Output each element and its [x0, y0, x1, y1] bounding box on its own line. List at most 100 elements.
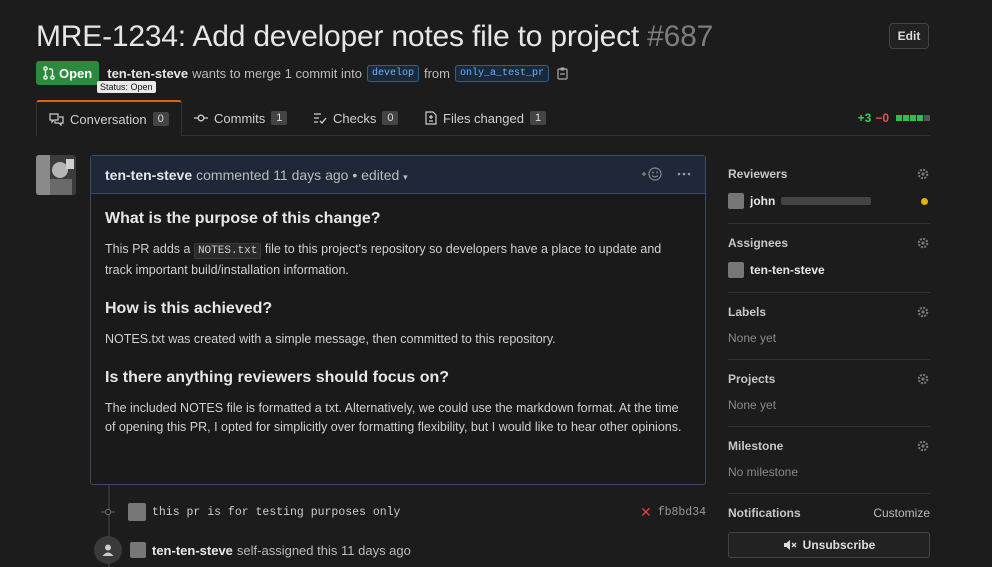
avatar: [728, 262, 744, 278]
tab-counter: 1: [271, 111, 288, 125]
avatar: [728, 193, 744, 209]
sidebar-assignees: Assignees ten-ten-steve: [728, 224, 930, 293]
event-author-link[interactable]: ten-ten-steve: [152, 543, 233, 558]
file-diff-icon: [425, 111, 437, 125]
paragraph-focus: The included NOTES file is formatted a t…: [105, 401, 682, 434]
base-branch[interactable]: develop: [366, 64, 419, 82]
gear-icon[interactable]: [916, 439, 930, 453]
tab-label: Conversation: [70, 111, 147, 127]
separator-dot: •: [352, 166, 358, 183]
head-branch[interactable]: only_a_test_pr: [454, 64, 549, 82]
add-reaction-icon[interactable]: [641, 166, 663, 182]
comment-time-link[interactable]: 11 days ago: [273, 167, 348, 183]
comment-header: ten-ten-steve commented 11 days ago • ed…: [91, 156, 705, 194]
pr-description-comment: ten-ten-steve commented 11 days ago • ed…: [90, 155, 706, 485]
git-pull-request-icon: [43, 66, 55, 80]
from-text: from: [423, 65, 450, 81]
tab-counter: 0: [152, 112, 169, 126]
status-badge: Open: [36, 61, 100, 85]
text: This PR adds a: [105, 242, 191, 256]
timeline-event: ten-ten-steve self-assigned this 11 days…: [94, 536, 411, 564]
event-time-link[interactable]: 11 days ago: [341, 543, 411, 558]
sidebar-milestone: Milestone No milestone: [728, 427, 930, 494]
kebab-horizontal-icon[interactable]: [677, 166, 691, 182]
sidebar-labels: Labels None yet: [728, 293, 930, 360]
tab-counter: 1: [529, 111, 547, 125]
diffstat: +3 −0: [858, 111, 930, 125]
diffstat-block-neutral: [924, 115, 930, 121]
git-commit-icon: [194, 114, 208, 122]
diff-deletions: −0: [875, 111, 889, 125]
heading-focus: Is there anything reviewers should focus…: [105, 369, 450, 386]
timeline-commit: this pr is for testing purposes only ✕ f…: [100, 500, 706, 524]
pr-number: #687: [647, 20, 714, 53]
gear-icon[interactable]: [916, 372, 930, 386]
tab-label: Checks: [333, 110, 377, 126]
edited-dropdown[interactable]: edited ▾: [361, 167, 408, 183]
git-commit-icon: [100, 504, 116, 520]
comment-action: commented: [196, 166, 270, 183]
x-icon[interactable]: ✕: [640, 504, 652, 521]
tab-files-changed[interactable]: Files changed 1: [425, 100, 547, 136]
avatar-image: [36, 155, 76, 195]
chevron-down-icon: ▾: [403, 171, 408, 182]
status-label: Open: [59, 65, 93, 81]
pr-tabs: Conversation 0 Commits 1 Checks 0 Files …: [36, 100, 930, 137]
heading-purpose: What is the purpose of this change?: [105, 210, 381, 227]
reviewer-item[interactable]: john: [728, 193, 930, 209]
review-pending-icon: [921, 198, 928, 205]
labels-value: None yet: [728, 331, 777, 345]
customize-link[interactable]: Customize: [873, 506, 930, 520]
sidebar-title: Projects: [728, 372, 776, 386]
assignee-item[interactable]: ten-ten-steve: [728, 262, 930, 278]
diffstat-block-add: [910, 115, 916, 121]
tab-checks[interactable]: Checks 0: [313, 100, 399, 136]
paragraph-how: NOTES.txt was created with a simple mess…: [105, 332, 556, 346]
avatar[interactable]: [130, 542, 146, 558]
clippy-icon[interactable]: [556, 66, 570, 80]
tab-commits[interactable]: Commits 1: [194, 100, 288, 136]
person-icon: [94, 536, 122, 564]
comment-actions: [641, 166, 691, 182]
diffstat-block-add: [896, 115, 902, 121]
avatar[interactable]: [128, 503, 146, 521]
pr-author-link[interactable]: ten-ten-steve: [107, 66, 188, 81]
sidebar-title: Milestone: [728, 439, 784, 453]
comment-discussion-icon: [49, 112, 64, 126]
merge-text: wants to merge 1 commit into: [192, 65, 362, 81]
commit-message-link[interactable]: this pr is for testing purposes only: [152, 506, 400, 519]
redacted-name: [781, 197, 872, 205]
paragraph-purpose: This PR adds a NOTES.txt file to this pr…: [105, 240, 691, 280]
checklist-icon: [314, 112, 327, 124]
sidebar-reviewers: Reviewers john: [728, 155, 930, 224]
gear-icon[interactable]: [916, 236, 930, 250]
tab-conversation[interactable]: Conversation 0: [36, 100, 182, 137]
assignee-name: ten-ten-steve: [750, 263, 825, 277]
sidebar-title: Reviewers: [728, 167, 788, 181]
avatar[interactable]: [36, 155, 76, 195]
sidebar-title: Labels: [728, 305, 767, 319]
unsubscribe-button[interactable]: Unsubscribe: [728, 532, 930, 558]
tab-counter: 0: [382, 111, 399, 125]
commit-sha-link[interactable]: fb8bd34: [658, 506, 706, 519]
gear-icon[interactable]: [916, 167, 930, 181]
comment-author-link[interactable]: ten-ten-steve: [105, 167, 192, 183]
event-action: self-assigned this: [236, 542, 338, 558]
gear-icon[interactable]: [916, 305, 930, 319]
reviewer-name: john: [750, 194, 776, 208]
diff-additions: +3: [857, 111, 872, 125]
edited-label: edited: [361, 166, 400, 183]
heading-how: How is this achieved?: [105, 300, 273, 317]
sidebar-projects: Projects None yet: [728, 360, 930, 427]
diffstat-blocks: [896, 115, 930, 121]
sidebar-notifications: Notifications Customize Unsubscribe: [728, 494, 930, 567]
diffstat-block-add: [917, 115, 923, 121]
edit-button[interactable]: Edit: [889, 23, 929, 49]
unsubscribe-label: Unsubscribe: [802, 538, 876, 552]
sidebar-title: Assignees: [728, 236, 789, 250]
tab-label: Commits: [214, 110, 266, 126]
page-title: MRE-1234: Add developer notes file to pr…: [36, 20, 930, 54]
milestone-value: No milestone: [728, 465, 799, 479]
pr-title-text: MRE-1234: Add developer notes file to pr…: [36, 20, 640, 53]
status-tooltip: Status: Open: [97, 81, 156, 93]
